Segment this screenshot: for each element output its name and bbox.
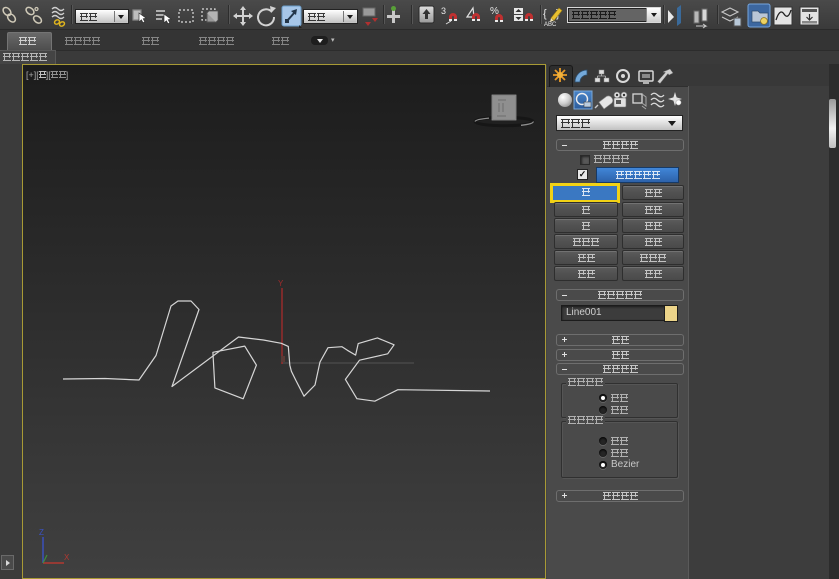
svg-text:X: X (64, 553, 70, 562)
svg-text:Z: Z (39, 528, 44, 537)
svg-text:3: 3 (441, 6, 446, 16)
svg-text:{: { (543, 8, 547, 20)
svg-text:ABC: ABC (544, 22, 557, 28)
svg-text:Y: Y (278, 279, 284, 288)
